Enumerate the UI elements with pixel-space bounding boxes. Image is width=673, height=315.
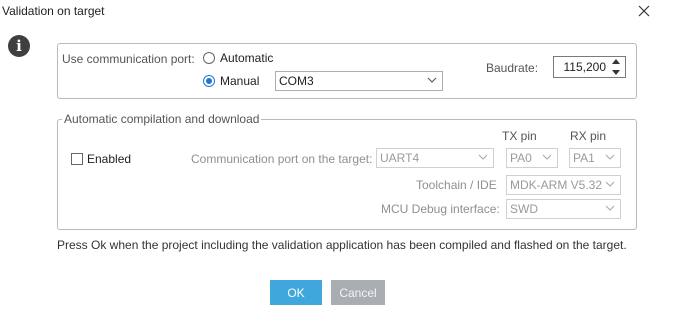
mcu-debug-label: MCU Debug interface: — [381, 202, 500, 216]
baudrate-label: Baudrate: — [486, 61, 539, 75]
chevron-down-icon — [542, 154, 552, 160]
rx-pin-value: PA1 — [573, 151, 595, 165]
cancel-button[interactable]: Cancel — [331, 280, 385, 305]
window-title: Validation on target — [2, 4, 105, 18]
mcu-debug-select[interactable]: SWD — [506, 199, 621, 219]
toolchain-value: MDK-ARM V5.32 — [510, 178, 603, 192]
com-port-value: COM3 — [279, 74, 314, 88]
automatic-compilation-legend: Automatic compilation and download — [62, 112, 262, 126]
automatic-radio-label[interactable]: Automatic — [220, 51, 273, 65]
tx-pin-value: PA0 — [510, 151, 532, 165]
chevron-down-icon — [605, 205, 615, 211]
toolchain-select[interactable]: MDK-ARM V5.32 — [506, 175, 621, 195]
automatic-compilation-group: Automatic compilation and download TX pi… — [57, 112, 637, 230]
decrement-icon[interactable] — [612, 70, 620, 75]
chevron-down-icon — [478, 154, 488, 160]
rx-pin-select[interactable]: PA1 — [569, 148, 621, 168]
info-icon: i — [8, 35, 30, 57]
manual-radio[interactable] — [203, 75, 215, 87]
comm-port-target-label: Communication port on the target: — [191, 152, 373, 166]
com-port-select[interactable]: COM3 — [275, 71, 443, 91]
chevron-down-icon — [427, 77, 437, 83]
toolchain-label: Toolchain / IDE — [416, 178, 497, 192]
chevron-down-icon — [605, 181, 615, 187]
mcu-debug-value: SWD — [510, 202, 538, 216]
close-icon[interactable] — [633, 0, 655, 22]
baudrate-value: 115,200 — [563, 60, 607, 74]
communication-port-group: Use communication port: Automatic Manual… — [57, 43, 637, 99]
instruction-message: Press Ok when the project including the … — [57, 238, 627, 252]
chevron-down-icon — [605, 154, 615, 160]
enabled-checkbox[interactable] — [71, 153, 83, 165]
manual-radio-label[interactable]: Manual — [220, 74, 259, 88]
tx-pin-select[interactable]: PA0 — [506, 148, 558, 168]
tx-pin-header: TX pin — [502, 129, 537, 143]
baudrate-spinner[interactable]: 115,200 — [553, 56, 626, 78]
increment-icon[interactable] — [612, 59, 620, 64]
rx-pin-header: RX pin — [570, 129, 607, 143]
comm-port-target-value: UART4 — [380, 151, 420, 165]
use-communication-port-label: Use communication port: — [62, 52, 195, 66]
comm-port-target-select[interactable]: UART4 — [376, 148, 494, 168]
automatic-radio[interactable] — [203, 52, 215, 64]
enabled-checkbox-label[interactable]: Enabled — [87, 152, 131, 166]
spinner-arrows-icon[interactable] — [610, 59, 622, 75]
ok-button[interactable]: OK — [270, 280, 322, 305]
